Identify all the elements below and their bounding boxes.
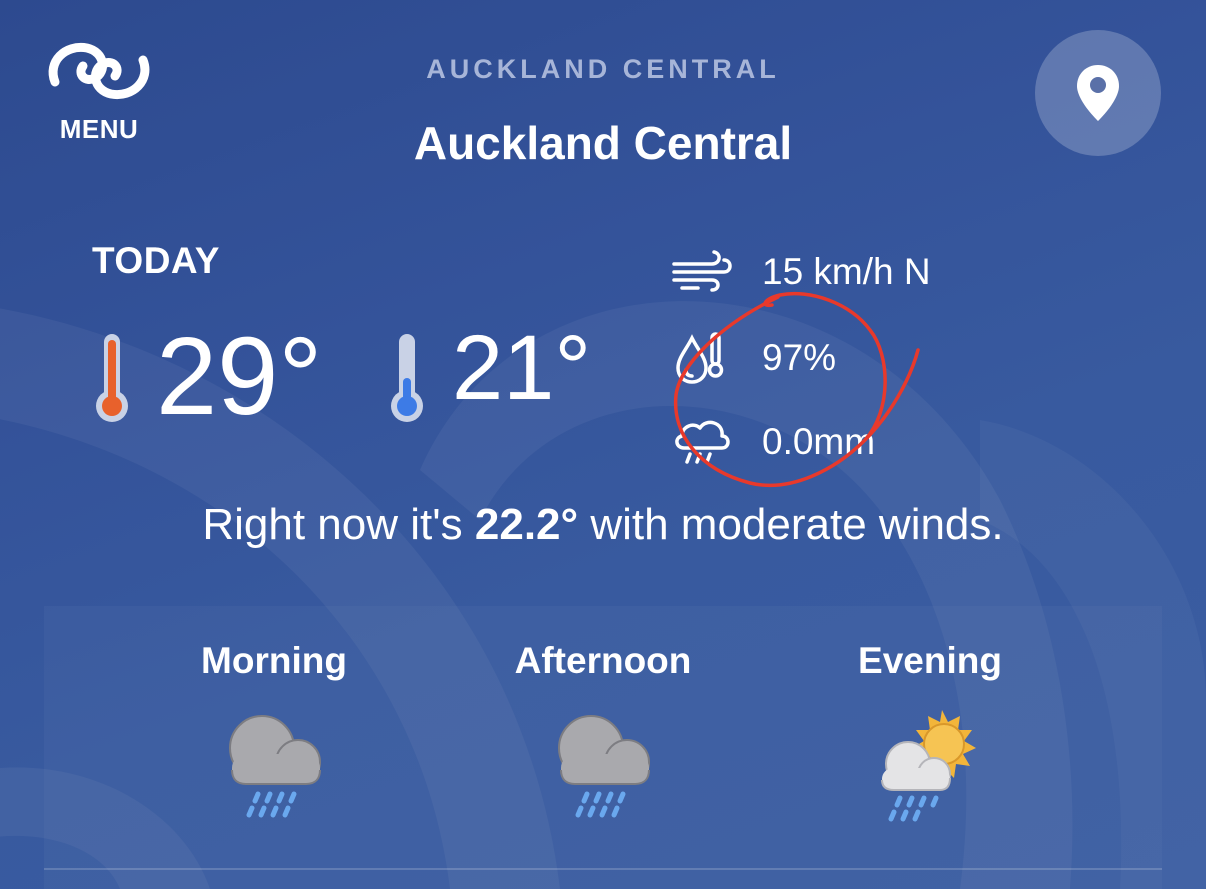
period-evening[interactable]: Evening [780,640,1080,828]
location-button[interactable] [1035,30,1161,156]
location-subtitle: AUCKLAND CENTRAL [426,54,780,84]
wind-icon [672,250,732,292]
current-temperature: 22.2° [474,500,579,549]
period-morning[interactable]: Morning [124,640,424,820]
wind-stat: 15 km/h N [668,244,931,300]
period-afternoon[interactable]: Afternoon [453,640,753,820]
section-divider [44,868,1162,870]
high-temperature: 29° [156,315,323,438]
period-label-evening: Evening [858,640,1002,681]
weather-screen: MENU AUCKLAND CENTRAL Auckland Central T… [0,0,1206,889]
rainfall-stat: 0.0mm [668,414,875,470]
rain-cloud-icon [229,715,321,818]
low-temperature: 21° [452,317,592,419]
rainfall-value: 0.0mm [762,421,876,462]
wind-value: 15 km/h N [762,251,931,292]
humidity-stat: 97% [668,330,836,386]
swirl-logo-icon [48,42,150,100]
humidity-value: 97% [762,337,837,378]
today-label: TODAY [92,240,220,281]
high-thermometer-icon [96,334,128,422]
current-conditions-prefix: Right now it's [202,500,475,549]
period-label-afternoon: Afternoon [514,640,692,681]
low-thermometer-icon [391,334,423,422]
sun-cloud-rain-icon [881,710,976,822]
current-conditions: Right now it's 22.2° with moderate winds… [0,500,1206,550]
location-title: Auckland Central [413,117,793,169]
rain-cloud-icon [558,715,650,818]
humidity-icon [676,332,724,384]
rain-cloud-small-icon [675,420,730,464]
current-conditions-suffix: with moderate winds. [578,500,1004,549]
map-pin-icon [1077,65,1119,121]
period-label-morning: Morning [201,640,347,681]
menu-button[interactable]: MENU [40,38,158,148]
menu-label: MENU [59,114,139,144]
